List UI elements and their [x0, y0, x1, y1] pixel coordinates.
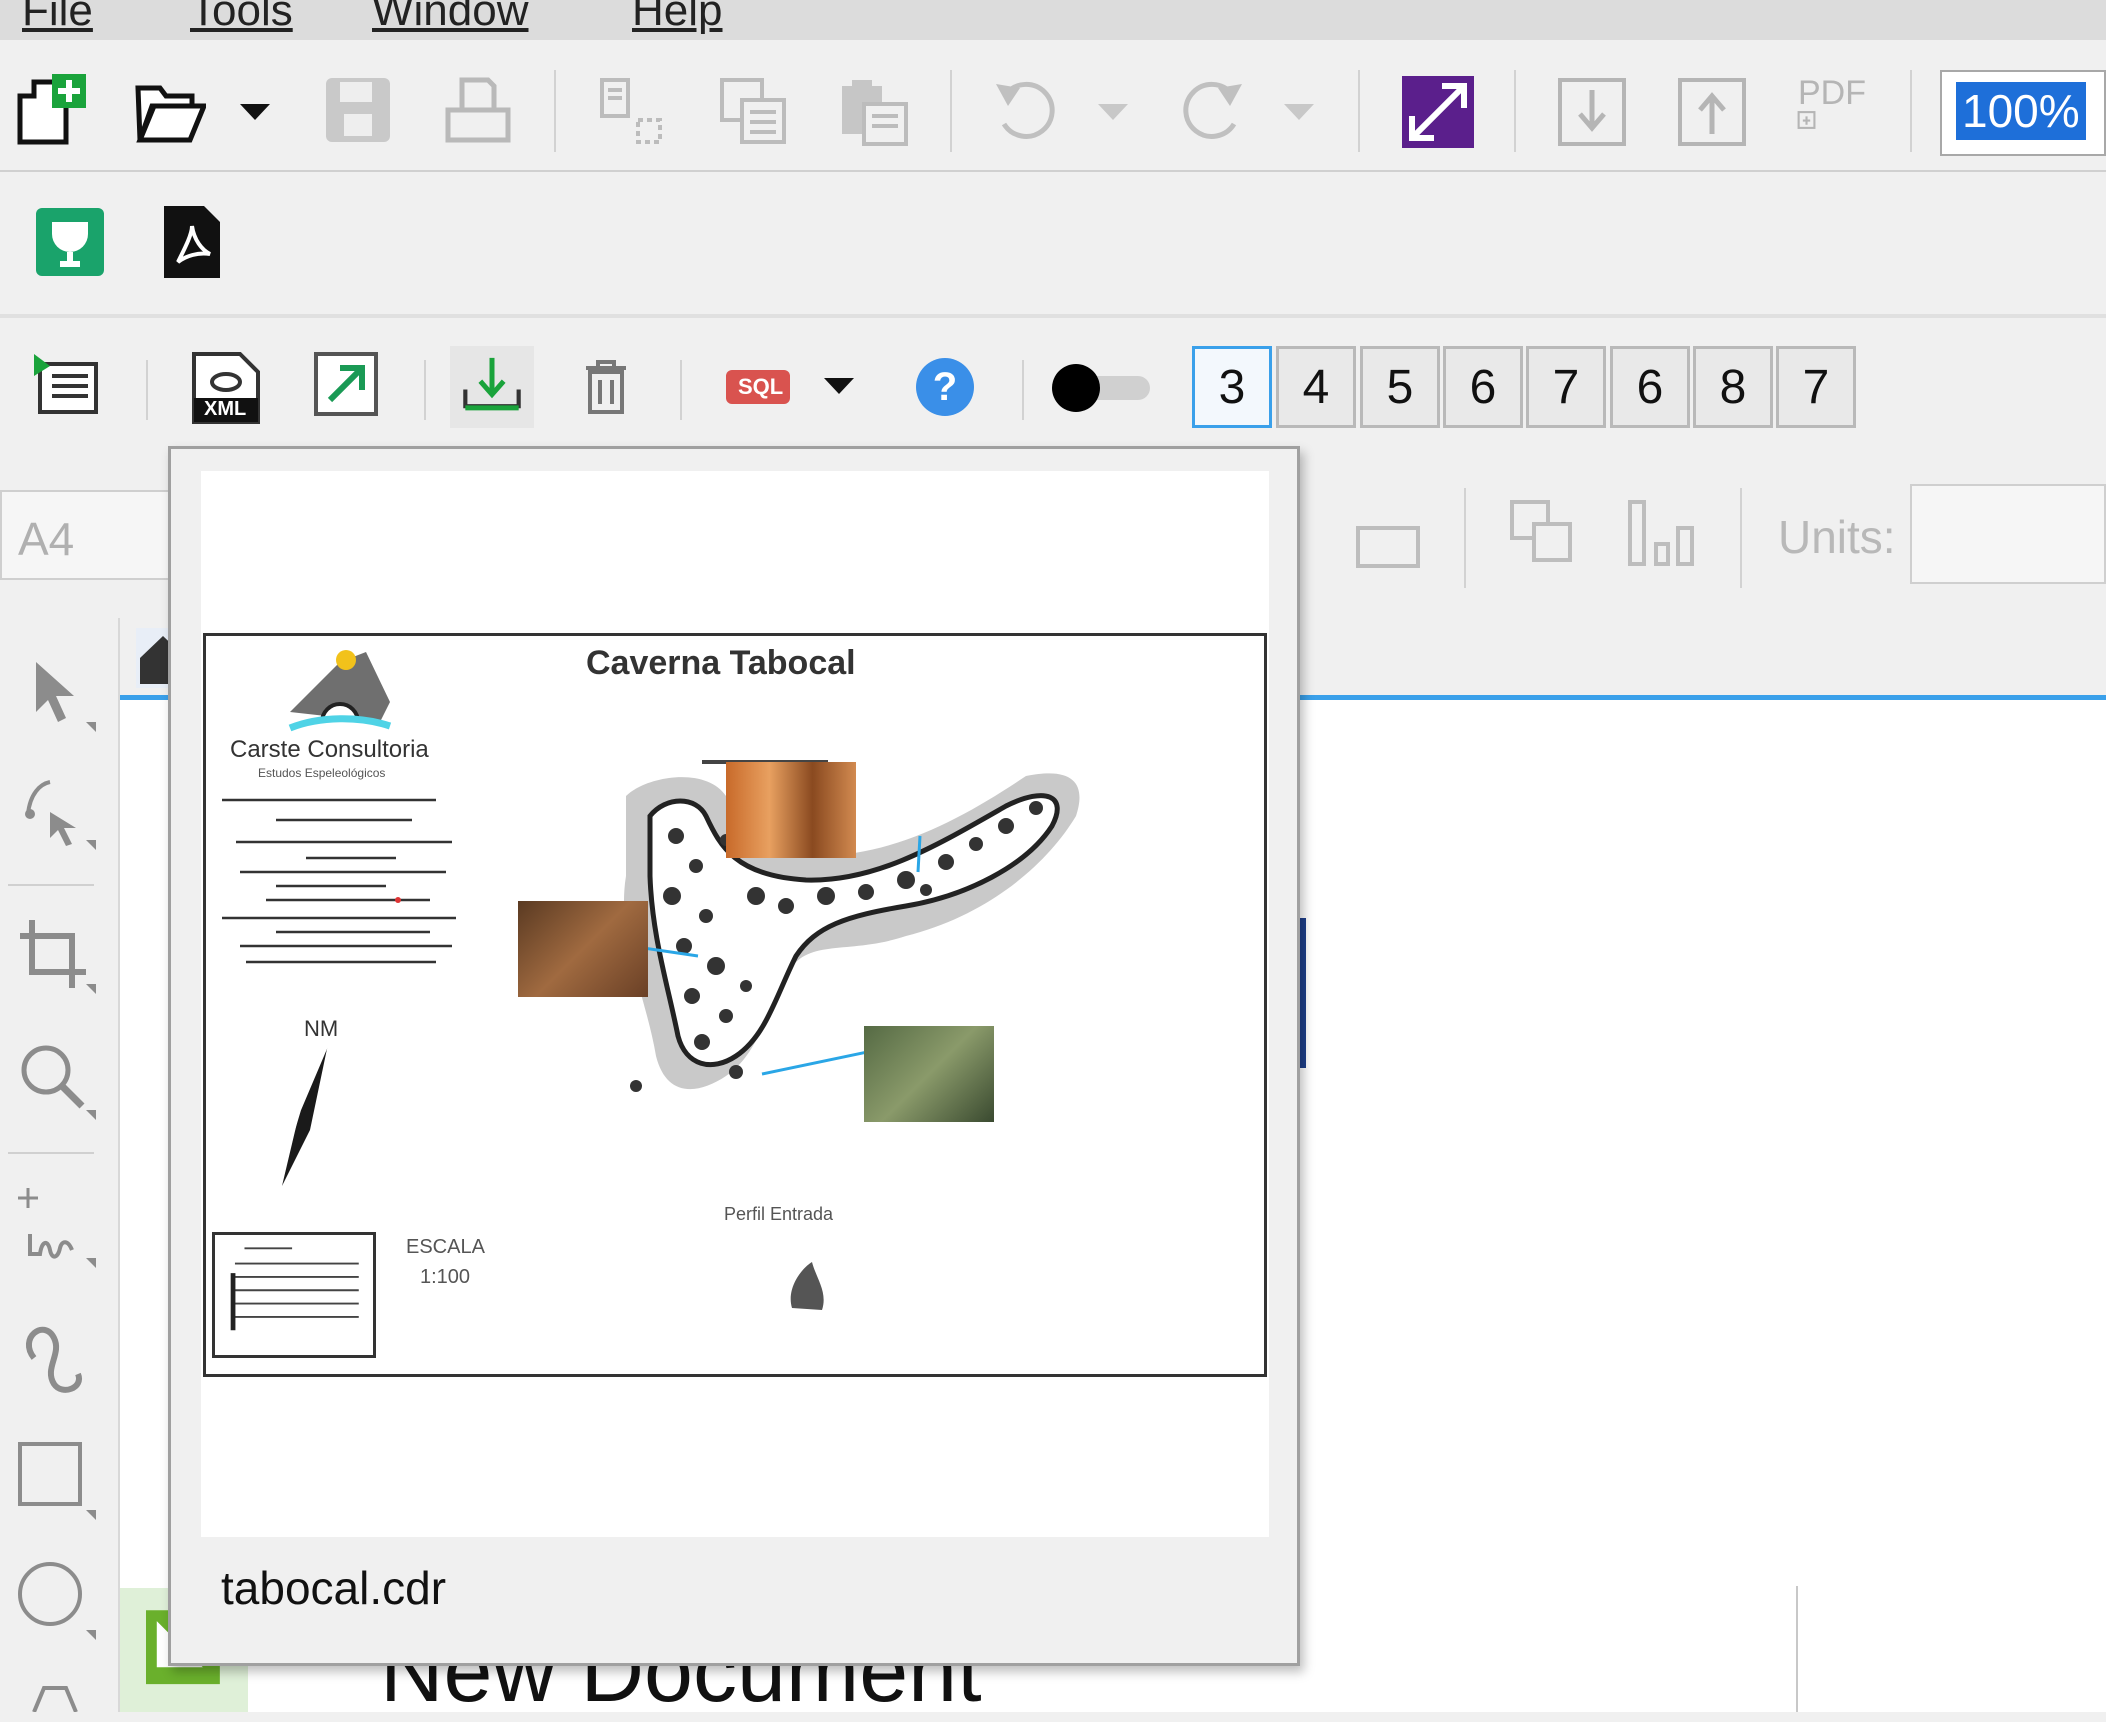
map-title: Caverna Tabocal — [586, 644, 856, 682]
page-button-8[interactable]: 8 — [1693, 346, 1773, 428]
preview-filename: tabocal.cdr — [221, 1562, 447, 1614]
rectangle-tool-icon[interactable] — [14, 1438, 96, 1520]
crop-tool-icon[interactable] — [16, 916, 96, 998]
units-select[interactable] — [1910, 484, 2106, 584]
freehand-tool-icon[interactable] — [14, 1184, 96, 1270]
save-icon[interactable] — [322, 74, 394, 146]
corel-connect-icon[interactable] — [1402, 76, 1474, 148]
open-external-icon[interactable] — [314, 352, 378, 416]
north-arrow-icon — [282, 1043, 329, 1186]
toggle-switch[interactable] — [1048, 362, 1152, 414]
cave-photo-2 — [518, 901, 648, 997]
undo-icon[interactable] — [990, 76, 1062, 148]
zoom-tool-icon[interactable] — [16, 1040, 96, 1122]
toolbar-separator — [1022, 360, 1024, 420]
corel-trophy-icon[interactable] — [36, 208, 104, 276]
scale-value: 1:100 — [420, 1266, 471, 1288]
menu-bar: File Tools Window Help — [0, 0, 2106, 40]
sql-dropdown-chevron-down-icon[interactable] — [822, 374, 856, 398]
zoom-level-value: 100% — [1956, 82, 2086, 140]
page-button-6[interactable]: 6 — [1443, 346, 1523, 428]
toolbar-separator — [680, 360, 682, 420]
cave-photo-3 — [864, 1026, 994, 1122]
xml-file-icon[interactable]: XML — [190, 352, 262, 424]
pick-tool-icon[interactable] — [20, 656, 96, 738]
menu-help[interactable]: Help — [632, 0, 723, 36]
all-pages-icon[interactable] — [1508, 498, 1580, 570]
toolbar-separator — [1464, 488, 1466, 588]
company-subtitle: Estudos Espeleológicos — [258, 766, 386, 780]
menu-file[interactable]: File — [22, 0, 93, 36]
scale-label: ESCALA — [406, 1236, 485, 1258]
toolbar-separator — [424, 360, 426, 420]
cut-icon[interactable] — [596, 76, 668, 148]
file-preview-tooltip: Carste Consultoria Estudos Espeleológico… — [168, 446, 1300, 1666]
toolbar-separator — [554, 70, 556, 152]
redo-dropdown-chevron-down-icon[interactable] — [1282, 100, 1316, 124]
toolbar-separator — [950, 70, 952, 152]
publish-pdf-icon[interactable]: PDF — [1796, 74, 1870, 150]
menu-tools[interactable]: Tools — [190, 0, 293, 36]
download-tray-icon[interactable] — [450, 346, 534, 428]
table-view-icon[interactable] — [34, 354, 104, 418]
toolbar-separator — [1514, 70, 1516, 152]
toolbox — [0, 618, 120, 1712]
copy-icon[interactable] — [718, 76, 790, 148]
page-button-6b[interactable]: 6 — [1610, 346, 1690, 428]
company-name: Carste Consultoria — [230, 736, 429, 763]
profile-drawing — [790, 1262, 824, 1310]
landscape-page-icon[interactable] — [1354, 522, 1422, 570]
north-label: NM — [304, 1016, 339, 1041]
export-icon[interactable] — [1676, 76, 1748, 148]
acrobat-pdf-icon[interactable] — [164, 206, 220, 278]
toolbar-separator — [1358, 70, 1360, 152]
page-button-7b[interactable]: 7 — [1776, 346, 1856, 428]
help-question-icon[interactable]: ? — [916, 358, 974, 416]
canvas-divider — [1796, 1586, 1798, 1712]
new-document-icon[interactable] — [14, 74, 86, 150]
profile-label: Perfil Entrada — [724, 1204, 834, 1224]
page-button-4[interactable]: 4 — [1276, 346, 1356, 428]
open-folder-icon[interactable] — [134, 78, 206, 146]
toolbox-separator — [8, 884, 94, 886]
toolbar-separator — [1740, 488, 1742, 588]
undo-dropdown-chevron-down-icon[interactable] — [1096, 100, 1130, 124]
units-label: Units: — [1778, 511, 1896, 563]
current-page-icon[interactable] — [1626, 498, 1698, 570]
ellipse-tool-icon[interactable] — [14, 1558, 96, 1640]
menu-window[interactable]: Window — [372, 0, 529, 36]
toolbar-separator — [1910, 70, 1912, 152]
preview-page: Carste Consultoria Estudos Espeleológico… — [201, 471, 1269, 1537]
xml-label: XML — [204, 398, 247, 420]
cave-photo-1 — [726, 762, 856, 858]
page-button-7[interactable]: 7 — [1526, 346, 1606, 428]
page-size-select[interactable]: A4 — [0, 490, 180, 580]
pdf-label: PDF — [1798, 74, 1866, 112]
inset-map — [212, 1232, 376, 1358]
toolbar-separator — [146, 360, 148, 420]
sql-label: SQL — [738, 374, 784, 399]
import-icon[interactable] — [1556, 76, 1628, 148]
artistic-media-tool-icon[interactable] — [14, 1318, 96, 1398]
paste-icon[interactable] — [838, 76, 910, 148]
secondary-toolbar — [0, 172, 2106, 312]
redo-icon[interactable] — [1176, 76, 1248, 148]
page-button-5[interactable]: 5 — [1360, 346, 1440, 428]
shape-tool-icon[interactable] — [20, 774, 96, 856]
preview-map-sheet: Carste Consultoria Estudos Espeleológico… — [203, 633, 1267, 1377]
company-logo-icon — [288, 650, 392, 732]
polygon-tool-icon[interactable] — [14, 1678, 96, 1712]
legend-text-lines — [222, 798, 456, 964]
toolbox-separator — [8, 1152, 94, 1154]
zoom-level-input[interactable]: 100% — [1940, 70, 2106, 156]
page-button-3[interactable]: 3 — [1192, 346, 1272, 428]
print-icon[interactable] — [442, 76, 514, 146]
sql-database-icon[interactable]: SQL — [726, 370, 790, 404]
trash-icon[interactable] — [582, 358, 630, 414]
open-dropdown-chevron-down-icon[interactable] — [238, 100, 272, 124]
standard-toolbar: PDF — [0, 40, 2106, 170]
